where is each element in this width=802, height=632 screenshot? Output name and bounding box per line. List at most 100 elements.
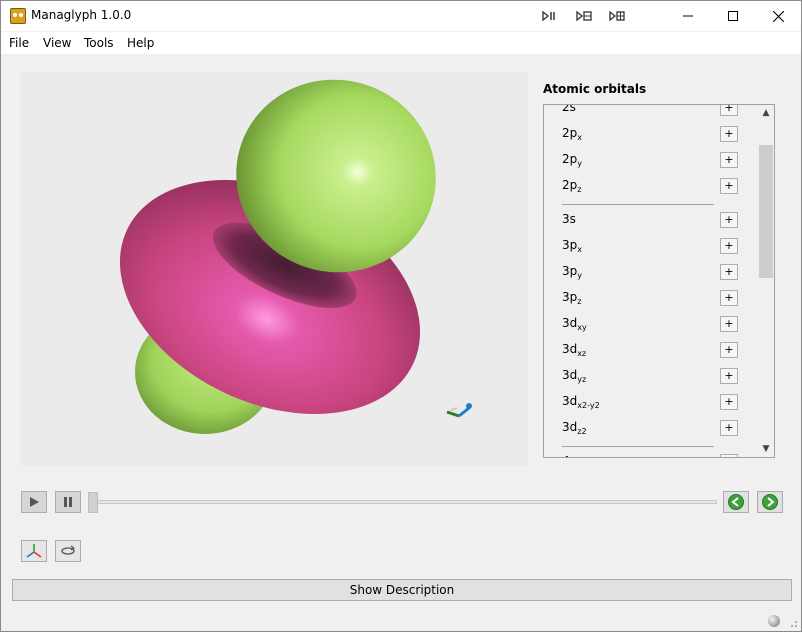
orbital-label: 4s (562, 454, 576, 457)
orbital-label: 3dz2 (562, 420, 587, 436)
pause-icon (64, 497, 72, 507)
menu-help[interactable]: Help (127, 36, 154, 50)
orbital-name: 3s (562, 212, 576, 226)
animation-slider-thumb[interactable] (88, 492, 98, 513)
menu-tools[interactable]: Tools (84, 36, 114, 50)
menu-view[interactable]: View (43, 36, 71, 50)
add-orbital-button[interactable]: + (720, 342, 738, 358)
add-orbital-button[interactable]: + (720, 264, 738, 280)
orbital-row: 3pz + (544, 285, 758, 311)
add-orbital-button[interactable]: + (720, 152, 738, 168)
orbital-row: 2pz + (544, 173, 758, 199)
animation-slider-track[interactable] (93, 500, 717, 504)
window-title: Managlyph 1.0.0 (31, 8, 132, 22)
add-orbital-button[interactable]: + (720, 290, 738, 306)
orbital-subscript: x (577, 245, 582, 254)
add-orbital-button[interactable]: + (720, 368, 738, 384)
orbital-row: 3s + (544, 207, 758, 233)
maximize-icon (728, 11, 738, 21)
orbital-subscript: z (577, 185, 582, 194)
scroll-thumb[interactable] (759, 145, 773, 278)
minimize-button[interactable] (665, 1, 711, 31)
status-indicator-icon (768, 615, 780, 627)
orbital-name: 3p (562, 238, 578, 252)
orbital-row: 2px + (544, 121, 758, 147)
add-orbital-button[interactable]: + (720, 105, 738, 116)
axes-icon (26, 544, 42, 558)
maximize-button[interactable] (710, 1, 756, 31)
orbital-subscript: z2 (577, 427, 587, 436)
orbital-label: 2px (562, 126, 582, 142)
menu-file[interactable]: File (9, 36, 29, 50)
orbital-render (119, 79, 472, 434)
orbital-label: 3s (562, 212, 576, 226)
orbital-row: 2py + (544, 147, 758, 173)
orbital-row: 3dxy + (544, 311, 758, 337)
app-logo-icon (10, 8, 26, 24)
orbital-row: 3dx2-y2 + (544, 389, 758, 415)
menu-bar: File View Tools Help (1, 32, 801, 54)
toolbar-step-icon[interactable] (541, 9, 559, 23)
orbital-label: 3dxy (562, 316, 587, 332)
arrow-right-icon (762, 494, 778, 510)
orbital-label: 3pz (562, 290, 581, 306)
orbital-label: 3px (562, 238, 582, 254)
add-orbital-button[interactable]: + (720, 420, 738, 436)
orbital-name: 2s (562, 104, 576, 114)
orbital-name: 3d (562, 368, 578, 382)
scroll-up-icon[interactable]: ▲ (758, 105, 774, 121)
add-orbital-button[interactable]: + (720, 454, 738, 457)
shell-separator (562, 446, 714, 447)
orbital-subscript: z (577, 297, 582, 306)
close-button[interactable] (755, 1, 801, 31)
orbital-name: 3d (562, 394, 578, 408)
orbital-subscript: xz (577, 349, 587, 358)
orbital-subscript: y (577, 159, 582, 168)
resize-grip-icon[interactable] (785, 615, 799, 629)
orbital-label: 3dyz (562, 368, 586, 384)
scroll-down-icon[interactable]: ▼ (758, 441, 774, 457)
orbital-name: 2p (562, 152, 578, 166)
orbital-name: 3p (562, 290, 578, 304)
minimize-icon (683, 15, 693, 17)
orbital-subscript: xy (577, 323, 587, 332)
app-window: Managlyph 1.0.0 File View Tools Help Ato… (0, 0, 802, 632)
orbital-row: 4s + (544, 449, 758, 457)
add-orbital-button[interactable]: + (720, 126, 738, 142)
show-description-button[interactable]: Show Description (12, 579, 792, 601)
add-orbital-button[interactable]: + (720, 394, 738, 410)
orbital-name: 3d (562, 316, 578, 330)
list-scrollbar[interactable]: ▲ ▼ (758, 105, 774, 457)
previous-button[interactable] (723, 491, 749, 513)
add-orbital-button[interactable]: + (720, 212, 738, 228)
play-button[interactable] (21, 491, 47, 513)
orbital-subscript: x2-y2 (577, 401, 600, 410)
orbital-label: 2pz (562, 178, 581, 194)
orbital-name: 3p (562, 264, 578, 278)
orbital-list[interactable]: 2s +2px +2py +2pz +3s +3px +3py +3pz +3dxy +3dxz +… (543, 104, 775, 458)
orbital-row: 3dxz + (544, 337, 758, 363)
pause-button[interactable] (55, 491, 81, 513)
toolbar-step-frame-icon[interactable] (575, 9, 593, 23)
next-button[interactable] (757, 491, 783, 513)
shell-separator (562, 204, 714, 205)
rotate-button[interactable] (55, 540, 81, 562)
arrow-left-icon (728, 494, 744, 510)
add-orbital-button[interactable]: + (720, 316, 738, 332)
add-orbital-button[interactable]: + (720, 238, 738, 254)
orbital-name: 4s (562, 454, 576, 457)
orbital-label: 3dx2-y2 (562, 394, 600, 410)
orbital-name: 3d (562, 342, 578, 356)
orbital-subscript: y (577, 271, 582, 280)
axes-toggle-button[interactable] (21, 540, 47, 562)
play-icon (30, 497, 39, 507)
title-bar: Managlyph 1.0.0 (1, 1, 801, 31)
orbital-label: 2s (562, 104, 576, 114)
add-orbital-button[interactable]: + (720, 178, 738, 194)
orbital-label: 3py (562, 264, 582, 280)
orbital-subscript: yz (577, 375, 587, 384)
orbital-3d-viewport[interactable] (20, 72, 528, 466)
orbital-label: 2py (562, 152, 582, 168)
toolbar-step-end-icon[interactable] (608, 9, 626, 23)
rotate-icon (61, 545, 76, 555)
